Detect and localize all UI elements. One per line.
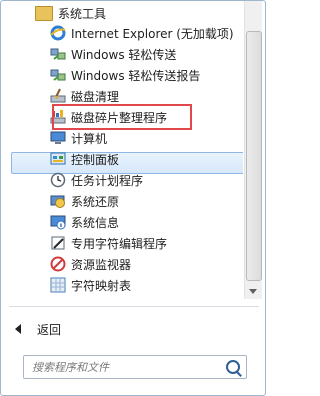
list-item-easy-transfer[interactable]: Windows 轻松传送: [50, 43, 176, 65]
back-arrow-icon: [15, 324, 21, 334]
control-panel-icon: [50, 151, 66, 167]
list-item-task-scheduler[interactable]: 任务计划程序: [50, 169, 143, 191]
scroll-down-arrow-icon[interactable]: [249, 289, 257, 294]
easy-transfer-icon: [50, 46, 66, 62]
list-item-system-restore[interactable]: 系统还原: [50, 190, 119, 212]
program-list: 系统工具 Internet Explorer (无加载项) Windows 轻松…: [7, 1, 243, 301]
item-label: 计算机: [71, 131, 108, 146]
list-item-resource-monitor[interactable]: 资源监视器: [50, 253, 131, 275]
annotation-highlight-box: [52, 104, 192, 130]
item-label: Windows 轻松传送: [71, 47, 177, 62]
folder-system-tools[interactable]: 系统工具: [35, 2, 106, 24]
search-icon[interactable]: [226, 360, 240, 374]
back-label: 返回: [37, 322, 62, 337]
item-label: 专用字符编辑程序: [71, 236, 168, 251]
search-input[interactable]: [24, 359, 224, 375]
list-item-private-char-editor[interactable]: 专用字符编辑程序: [50, 232, 167, 254]
task-scheduler-icon: [50, 172, 66, 188]
item-label: 任务计划程序: [71, 173, 144, 188]
back-button[interactable]: 返回: [15, 320, 61, 338]
folder-label: 系统工具: [58, 6, 107, 21]
easy-transfer-report-icon: [50, 67, 66, 83]
item-label: 资源监视器: [71, 257, 132, 272]
item-label: 系统还原: [71, 194, 120, 209]
private-char-editor-icon: [50, 235, 66, 251]
list-item-internet-explorer[interactable]: Internet Explorer (无加载项): [50, 22, 234, 44]
scrollbar-thumb[interactable]: [246, 31, 262, 281]
item-label: 字符映射表: [71, 278, 132, 293]
list-item-computer[interactable]: 计算机: [50, 127, 107, 149]
item-label: 系统信息: [71, 215, 120, 230]
disk-cleanup-icon: [50, 88, 66, 104]
item-label: 控制面板: [71, 152, 120, 167]
internet-explorer-icon: [50, 25, 66, 41]
item-label: 磁盘清理: [71, 89, 120, 104]
folder-icon: [35, 5, 53, 21]
list-item-character-map[interactable]: 字符映射表: [50, 274, 131, 296]
list-item-control-panel[interactable]: 控制面板: [50, 148, 119, 170]
system-info-icon: [50, 214, 66, 230]
system-restore-icon: [50, 193, 66, 209]
computer-icon: [50, 130, 66, 146]
character-map-icon: [50, 277, 66, 293]
list-item-easy-transfer-report[interactable]: Windows 轻松传送报告: [50, 64, 200, 86]
search-box[interactable]: [23, 355, 247, 379]
item-label: Internet Explorer (无加载项): [71, 26, 234, 41]
scrollbar[interactable]: [244, 1, 262, 299]
item-label: Windows 轻松传送报告: [71, 68, 201, 83]
start-menu-programs-panel: 系统工具 Internet Explorer (无加载项) Windows 轻松…: [0, 0, 266, 396]
divider: [9, 306, 259, 307]
list-item-system-info[interactable]: 系统信息: [50, 211, 119, 233]
resource-monitor-icon: [50, 256, 66, 272]
